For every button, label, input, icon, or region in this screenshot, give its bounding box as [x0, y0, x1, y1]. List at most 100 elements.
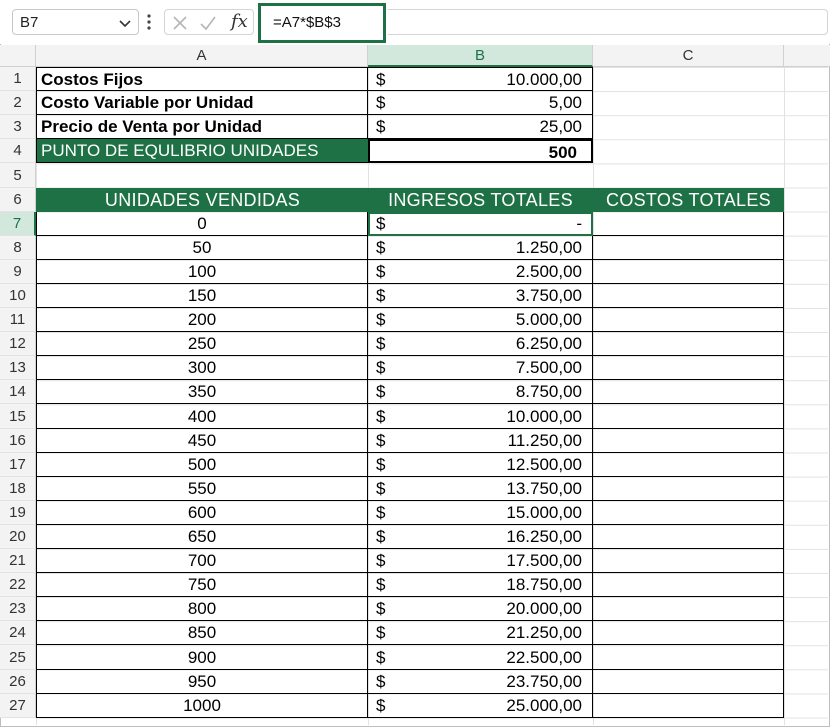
income-cell[interactable]: $6.250,00	[368, 332, 593, 356]
param-value-cell[interactable]: $10.000,00	[368, 67, 593, 91]
income-cell[interactable]: $23.750,00	[368, 670, 593, 694]
row-header[interactable]: 17	[0, 453, 36, 477]
row-header[interactable]: 18	[0, 477, 36, 501]
row-header[interactable]: 8	[0, 236, 36, 260]
units-cell[interactable]: 250	[36, 332, 368, 356]
column-header-b[interactable]: B	[368, 45, 593, 67]
total-cost-cell[interactable]	[593, 380, 784, 404]
income-cell[interactable]: $5.000,00	[368, 308, 593, 332]
income-cell[interactable]: $20.000,00	[368, 597, 593, 621]
total-cost-cell[interactable]	[593, 332, 784, 356]
row-header[interactable]: 20	[0, 525, 36, 549]
total-cost-cell[interactable]	[593, 429, 784, 453]
total-cost-cell[interactable]	[593, 645, 784, 670]
total-cost-cell[interactable]	[593, 477, 784, 501]
total-cost-cell[interactable]	[593, 670, 784, 694]
total-cost-cell[interactable]	[593, 501, 784, 525]
units-cell[interactable]: 400	[36, 404, 368, 429]
total-cost-cell[interactable]	[593, 284, 784, 308]
more-options-icon[interactable]	[146, 13, 152, 31]
units-cell[interactable]: 500	[36, 453, 368, 477]
total-cost-cell[interactable]	[593, 694, 784, 718]
income-cell[interactable]: $3.750,00	[368, 284, 593, 308]
units-cell[interactable]: 800	[36, 597, 368, 621]
row-header[interactable]: 2	[0, 91, 36, 115]
units-cell[interactable]: 350	[36, 380, 368, 404]
select-all-corner[interactable]	[0, 45, 36, 67]
units-cell[interactable]: 550	[36, 477, 368, 501]
units-cell[interactable]: 300	[36, 356, 368, 380]
param-label-cell[interactable]: Precio de Venta por Unidad	[36, 115, 368, 139]
income-cell[interactable]: $10.000,00	[368, 404, 593, 429]
income-cell[interactable]: $17.500,00	[368, 549, 593, 573]
units-cell[interactable]: 700	[36, 549, 368, 573]
row-header[interactable]: 12	[0, 332, 36, 356]
income-cell[interactable]: $18.750,00	[368, 573, 593, 597]
row-header[interactable]: 9	[0, 260, 36, 284]
row-header[interactable]: 14	[0, 380, 36, 404]
row-header[interactable]: 6	[0, 188, 36, 212]
column-header-c[interactable]: C	[593, 45, 784, 67]
income-cell[interactable]: $12.500,00	[368, 453, 593, 477]
total-cost-cell[interactable]	[593, 356, 784, 380]
row-header[interactable]: 3	[0, 115, 36, 139]
cancel-icon[interactable]	[171, 14, 189, 32]
insert-function-icon[interactable]: fx	[231, 11, 248, 32]
units-cell[interactable]: 650	[36, 525, 368, 549]
income-cell[interactable]: $1.250,00	[368, 236, 593, 260]
row-header[interactable]: 11	[0, 308, 36, 332]
units-cell[interactable]: 100	[36, 260, 368, 284]
income-cell[interactable]: $16.250,00	[368, 525, 593, 549]
column-header-a[interactable]: A	[36, 45, 368, 67]
row-header[interactable]: 25	[0, 645, 36, 670]
income-cell[interactable]: $15.000,00	[368, 501, 593, 525]
income-cell[interactable]: $22.500,00	[368, 645, 593, 670]
total-cost-cell[interactable]	[593, 404, 784, 429]
income-cell[interactable]: $21.250,00	[368, 621, 593, 645]
row-header[interactable]: 19	[0, 501, 36, 525]
row-header[interactable]: 7	[0, 212, 36, 236]
row-header[interactable]: 27	[0, 694, 36, 718]
units-cell[interactable]: 900	[36, 645, 368, 670]
units-cell[interactable]: 1000	[36, 694, 368, 718]
breakeven-label-cell[interactable]: PUNTO DE EQULIBRIO UNIDADES	[36, 139, 368, 163]
row-header[interactable]: 24	[0, 621, 36, 645]
units-cell[interactable]: 50	[36, 236, 368, 260]
income-cell[interactable]: $11.250,00	[368, 429, 593, 453]
total-cost-cell[interactable]	[593, 621, 784, 645]
units-cell[interactable]: 600	[36, 501, 368, 525]
row-header[interactable]: 26	[0, 670, 36, 694]
param-value-cell[interactable]: $25,00	[368, 115, 593, 139]
row-header[interactable]: 10	[0, 284, 36, 308]
formula-input-extension[interactable]	[388, 9, 828, 35]
income-cell[interactable]: $2.500,00	[368, 260, 593, 284]
income-cell[interactable]: $25.000,00	[368, 694, 593, 718]
row-header[interactable]: 1	[0, 67, 36, 91]
income-cell[interactable]: $13.750,00	[368, 477, 593, 501]
total-cost-cell[interactable]	[593, 308, 784, 332]
formula-input[interactable]: =A7*$B$3	[258, 3, 386, 43]
param-value-cell[interactable]: $5,00	[368, 91, 593, 115]
income-cell[interactable]: $ -	[368, 212, 593, 236]
total-cost-cell[interactable]	[593, 212, 784, 236]
row-header[interactable]: 13	[0, 356, 36, 380]
enter-check-icon[interactable]	[199, 14, 217, 32]
row-header[interactable]: 5	[0, 163, 36, 188]
units-cell[interactable]: 750	[36, 573, 368, 597]
units-cell[interactable]: 150	[36, 284, 368, 308]
table-header-cell[interactable]: UNIDADES VENDIDAS	[36, 188, 368, 212]
units-cell[interactable]: 200	[36, 308, 368, 332]
row-header[interactable]: 15	[0, 404, 36, 429]
row-header[interactable]: 16	[0, 429, 36, 453]
units-cell[interactable]: 850	[36, 621, 368, 645]
row-header[interactable]: 22	[0, 573, 36, 597]
income-cell[interactable]: $7.500,00	[368, 356, 593, 380]
row-header[interactable]: 23	[0, 597, 36, 621]
units-cell[interactable]: 0	[36, 212, 368, 236]
param-label-cell[interactable]: Costo Variable por Unidad	[36, 91, 368, 115]
units-cell[interactable]: 950	[36, 670, 368, 694]
total-cost-cell[interactable]	[593, 236, 784, 260]
total-cost-cell[interactable]	[593, 597, 784, 621]
name-box[interactable]: B7	[12, 9, 139, 35]
param-label-cell[interactable]: Costos Fijos	[36, 67, 368, 91]
